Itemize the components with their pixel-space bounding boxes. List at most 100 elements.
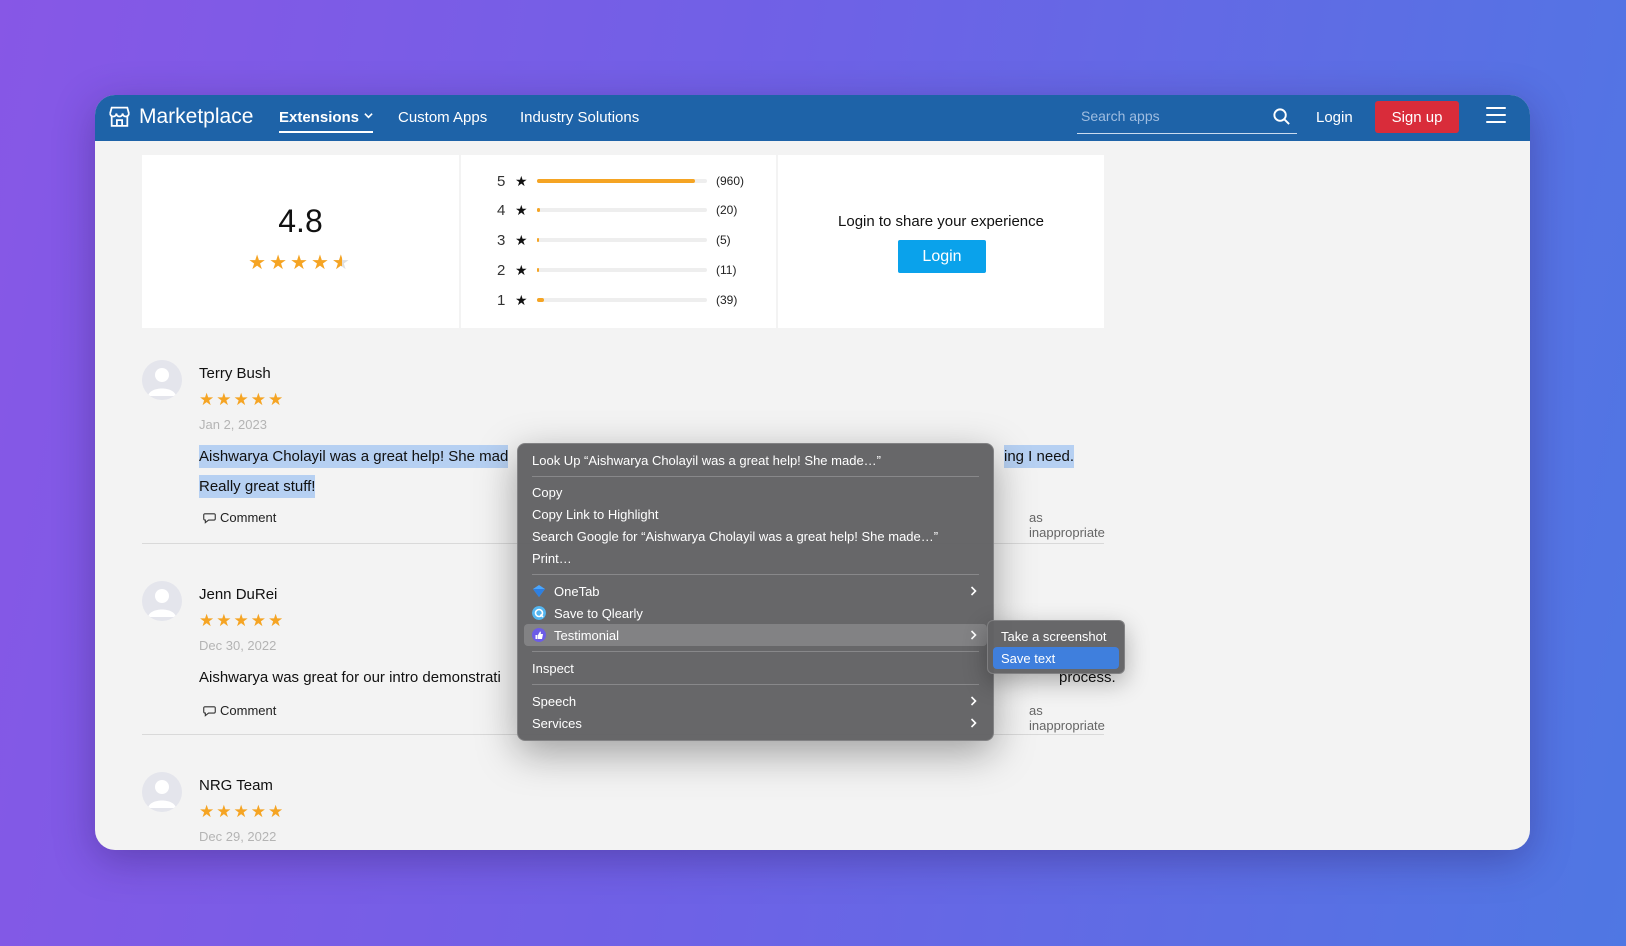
testimonial-submenu: Take a screenshot Save text	[987, 620, 1125, 674]
menu-item-services[interactable]: Services	[524, 712, 987, 734]
menu-item-inspect[interactable]: Inspect	[524, 657, 987, 679]
distribution-stars: 3	[497, 231, 506, 249]
onetab-icon	[533, 585, 545, 597]
reviewer-name: NRG Team	[199, 777, 273, 794]
reviewer-name: Jenn DuRei	[199, 586, 278, 603]
star-icon: ★	[515, 291, 528, 308]
search-input[interactable]	[1077, 105, 1265, 127]
selected-text[interactable]: ing I need.	[1004, 445, 1075, 468]
comment-label: Comment	[220, 510, 277, 525]
storefront-icon	[109, 106, 130, 127]
review-date: Dec 30, 2022	[199, 638, 277, 653]
report-link[interactable]: as inappropriate	[1029, 510, 1105, 540]
brand-name: Marketplace	[139, 104, 254, 128]
menu-item-copy[interactable]: Copy	[524, 481, 987, 503]
distribution-stars: 2	[497, 261, 506, 279]
distribution-bar-fill	[537, 268, 540, 272]
distribution-row: 2 ★ (11)	[497, 260, 736, 280]
chevron-right-icon	[970, 718, 977, 728]
distribution-bar	[537, 208, 707, 212]
share-experience-card: Login to share your experience Login	[778, 155, 1104, 328]
nav-extensions[interactable]: Extensions	[279, 109, 374, 133]
search-icon[interactable]	[1272, 107, 1291, 126]
report-link[interactable]: as inappropriate	[1029, 703, 1105, 733]
menu-item-onetab[interactable]: OneTab	[524, 580, 987, 602]
comment-button[interactable]: Comment	[203, 510, 276, 525]
comment-icon	[203, 512, 216, 524]
menu-item-testimonial-label: Testimonial	[554, 627, 620, 643]
testimonial-icon	[532, 628, 546, 642]
selected-text[interactable]: Really great stuff!	[199, 475, 316, 498]
menu-item-print[interactable]: Print…	[524, 547, 987, 569]
menu-item-services-label: Services	[532, 715, 582, 731]
average-rating: 4.8	[278, 203, 323, 239]
user-icon	[142, 360, 182, 400]
distribution-row: 4 ★ (20)	[497, 200, 737, 220]
half-star-icon: ★	[332, 250, 353, 275]
nav-extensions-label: Extensions	[279, 109, 360, 126]
submenu-item-save-text[interactable]: Save text	[993, 647, 1119, 669]
review-date: Dec 29, 2022	[199, 829, 277, 844]
menu-item-look-up[interactable]: Look Up “Aishwarya Cholayil was a great …	[524, 449, 987, 471]
menu-item-testimonial[interactable]: Testimonial	[524, 624, 987, 646]
qlearly-icon	[532, 606, 546, 620]
submenu-item-take-screenshot[interactable]: Take a screenshot	[993, 625, 1119, 647]
full-stars: ★★★★	[248, 252, 332, 274]
chevron-right-icon	[970, 586, 977, 596]
login-link[interactable]: Login	[1316, 109, 1353, 126]
review-text-line-1-end: ing I need.	[1004, 442, 1075, 472]
review-date: Jan 2, 2023	[199, 417, 267, 432]
menu-item-qlearly-label: Save to Qlearly	[554, 605, 643, 621]
star-icon: ★	[515, 261, 528, 278]
selected-text[interactable]: Aishwarya Cholayil was a great help! She…	[199, 445, 509, 468]
search-box	[1077, 101, 1297, 134]
distribution-row: 5 ★ (960)	[497, 171, 744, 191]
distribution-row: 1 ★ (39)	[497, 290, 737, 310]
menu-item-search-google[interactable]: Search Google for “Aishwarya Cholayil wa…	[524, 525, 987, 547]
distribution-count: (11)	[716, 263, 737, 277]
star-icon: ★	[515, 172, 528, 189]
review-stars: ★★★★★	[199, 390, 286, 409]
context-menu: Look Up “Aishwarya Cholayil was a great …	[517, 443, 994, 741]
distribution-row: 3 ★ (5)	[497, 230, 731, 250]
top-nav: Marketplace Extensions Custom Apps Indus…	[95, 95, 1530, 141]
chevron-right-icon	[970, 630, 977, 640]
rating-summary-card: 4.8 ★★★★★	[142, 155, 459, 328]
menu-item-qlearly[interactable]: Save to Qlearly	[524, 602, 987, 624]
distribution-bar	[537, 298, 707, 302]
review-text: Aishwarya was great for our intro demons…	[199, 669, 501, 686]
distribution-bar-fill	[537, 208, 541, 212]
nav-industry-solutions[interactable]: Industry Solutions	[520, 109, 639, 126]
reviewer-name: Terry Bush	[199, 365, 271, 382]
brand-logo[interactable]: Marketplace	[107, 104, 253, 129]
distribution-bar-fill	[537, 298, 544, 302]
menu-item-speech[interactable]: Speech	[524, 690, 987, 712]
distribution-bar-fill	[537, 179, 696, 183]
avatar	[142, 360, 182, 400]
share-login-button[interactable]: Login	[898, 240, 986, 273]
review-text-line-1: Aishwarya Cholayil was a great help! She…	[199, 442, 509, 472]
review-text-line-2: Really great stuff!	[199, 472, 316, 502]
review-stars: ★★★★★	[199, 611, 286, 630]
menu-item-speech-label: Speech	[532, 693, 577, 709]
distribution-bar-fill	[537, 238, 540, 242]
menu-item-onetab-label: OneTab	[554, 583, 600, 599]
menu-item-copy-link[interactable]: Copy Link to Highlight	[524, 503, 987, 525]
signup-button[interactable]: Sign up	[1375, 101, 1459, 133]
chevron-right-icon	[970, 696, 977, 706]
distribution-count: (39)	[716, 293, 738, 307]
comment-label: Comment	[220, 703, 277, 718]
rating-distribution-card: 5 ★ (960) 4 ★ (20) 3 ★ (5) 2 ★ (11) 1 ★ …	[461, 155, 776, 328]
distribution-count: (20)	[716, 203, 738, 217]
distribution-bar	[537, 238, 707, 242]
share-prompt: Login to share your experience	[838, 213, 1044, 230]
menu-icon[interactable]	[1486, 107, 1506, 125]
distribution-count: (960)	[716, 174, 745, 188]
distribution-bar	[537, 179, 707, 183]
nav-custom-apps[interactable]: Custom Apps	[398, 109, 487, 126]
star-icon: ★	[515, 231, 528, 248]
comment-button[interactable]: Comment	[203, 703, 276, 718]
distribution-stars: 4	[497, 201, 506, 219]
user-icon	[142, 772, 182, 812]
menu-separator	[532, 651, 979, 652]
